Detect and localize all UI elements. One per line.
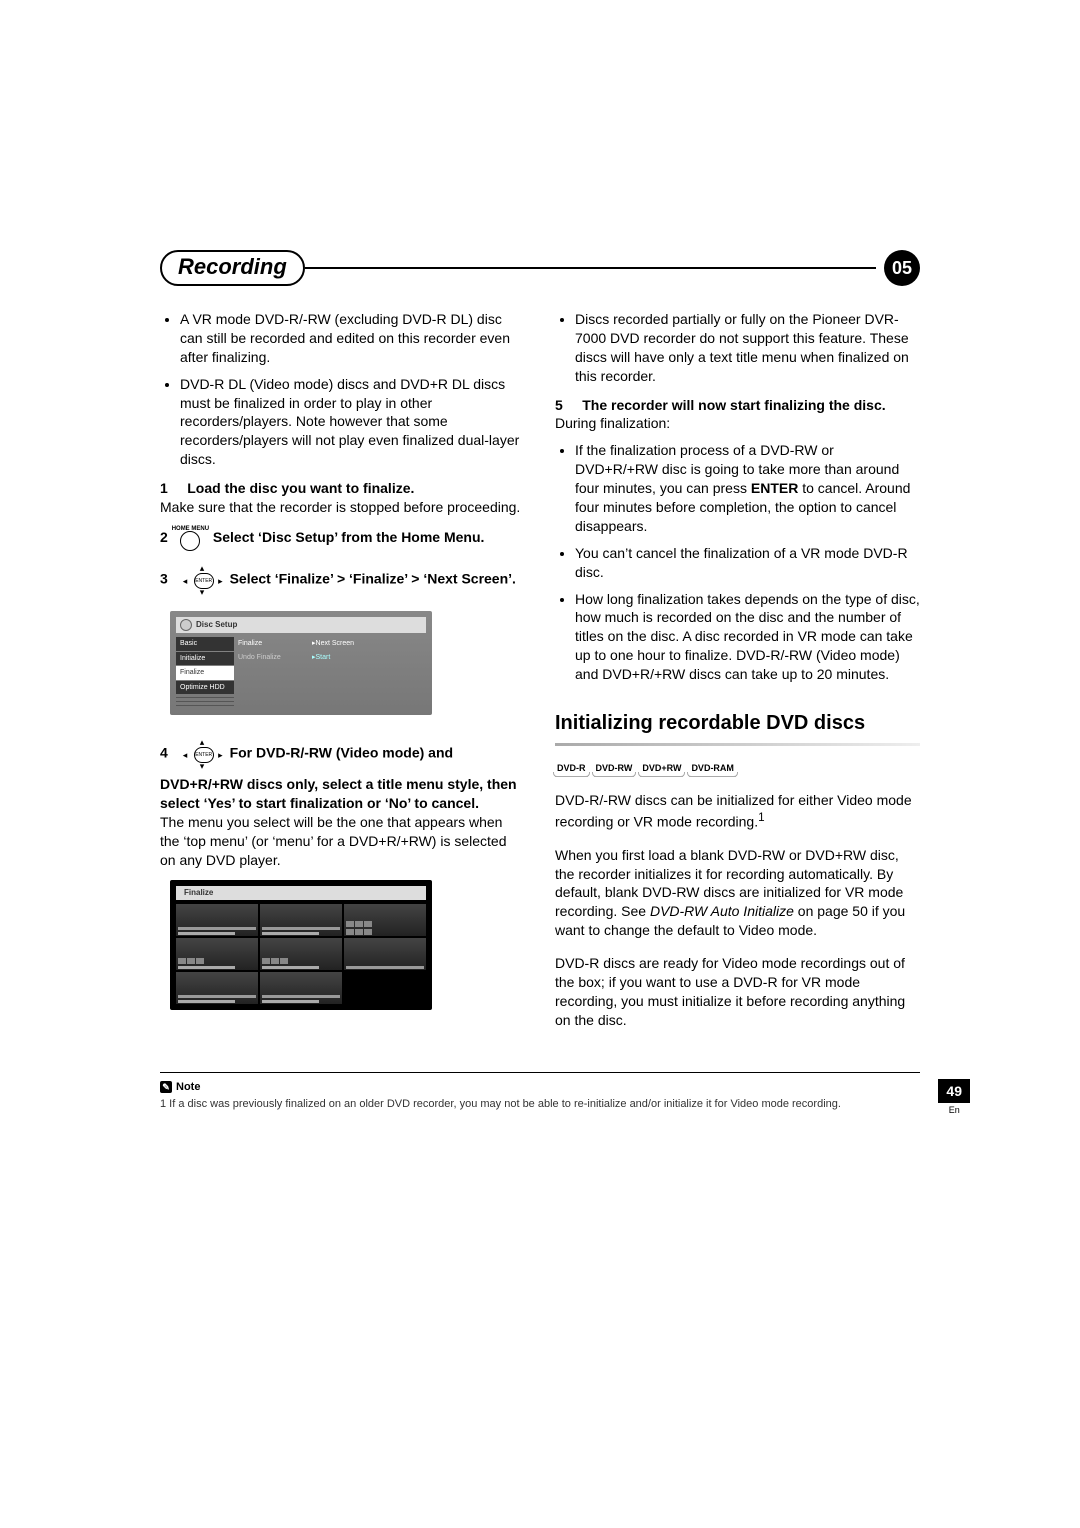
step-title: Select ‘Finalize’ > ‘Finalize’ > ‘Next S… — [230, 571, 516, 587]
bullet: If the finalization process of a DVD-RW … — [575, 441, 920, 535]
step-1: 1 Load the disc you want to finalize. Ma… — [160, 479, 525, 517]
ds-menu-item: Initialize — [176, 652, 234, 665]
bullet: Discs recorded partially or fully on the… — [575, 310, 920, 386]
header-rule — [305, 267, 876, 269]
ds-action: Start — [316, 654, 331, 661]
section-title-wrap: Recording — [160, 250, 305, 286]
format-badge: DVD-RW — [594, 760, 635, 777]
note-label: Note — [176, 1081, 200, 1093]
step-lead: During finalization: — [555, 414, 920, 433]
menu-style-thumb — [344, 938, 426, 970]
step-number: 5 — [555, 397, 563, 413]
page-footer: 49 En — [938, 1079, 970, 1115]
finalize-screenshot: Finalize — [170, 880, 432, 1011]
format-badge: DVD+RW — [640, 760, 683, 777]
step-number: 3 — [160, 571, 168, 587]
finalize-title: Finalize — [184, 888, 213, 899]
top-bullets: Discs recorded partially or fully on the… — [555, 310, 920, 386]
pencil-icon: ✎ — [160, 1081, 172, 1093]
step-3: 3 ▴ ▾ ◂ ▸ ENTER Select ‘Finalize’ > ‘Fin… — [160, 559, 525, 601]
step-body: The menu you select will be the one that… — [160, 813, 525, 870]
menu-style-thumb — [260, 972, 342, 1004]
step-2: 2 HOME MENU Select ‘Disc Setup’ from the… — [160, 525, 525, 551]
paragraph: DVD-R discs are ready for Video mode rec… — [555, 954, 920, 1030]
format-badges: DVD-R DVD-RW DVD+RW DVD-RAM — [555, 760, 920, 777]
paragraph: DVD-R/-RW discs can be initialized for e… — [555, 791, 920, 831]
page-number: 49 — [938, 1079, 970, 1103]
step-title: Select ‘Disc Setup’ from the Home Menu. — [213, 529, 485, 545]
ds-menu-item-selected: Finalize — [176, 666, 234, 679]
disc-setup-screenshot: Disc Setup Basic Initialize Finalize Opt… — [170, 611, 432, 715]
step-body: Make sure that the recorder is stopped b… — [160, 498, 525, 517]
ds-sub-item: Undo Finalize — [238, 651, 308, 664]
menu-style-thumb — [176, 972, 258, 1004]
menu-style-thumb — [344, 904, 426, 936]
format-badge: DVD-RAM — [689, 760, 736, 777]
disc-icon — [180, 619, 192, 631]
menu-style-thumb — [260, 938, 342, 970]
step-4: 4 ▴ ▾ ◂ ▸ ENTER For DVD-R/-RW (Video mod… — [160, 733, 525, 869]
ds-menu-item: Basic — [176, 637, 234, 650]
right-column: Discs recorded partially or fully on the… — [555, 306, 920, 1044]
enter-pad-icon: ▴ ▾ ◂ ▸ ENTER — [182, 739, 222, 769]
page-lang: En — [938, 1105, 970, 1115]
home-menu-icon — [180, 531, 200, 551]
bullet: You can’t cancel the finalization of a V… — [575, 544, 920, 582]
ds-menu-item: Optimize HDD — [176, 681, 234, 694]
step-5: 5 The recorder will now start finalizing… — [555, 396, 920, 434]
menu-style-thumb-empty — [344, 972, 426, 1004]
bullet: How long finalization takes depends on t… — [575, 590, 920, 684]
bullet: DVD-R DL (Video mode) discs and DVD+R DL… — [180, 375, 525, 469]
step5-bullets: If the finalization process of a DVD-RW … — [555, 441, 920, 684]
bullet: A VR mode DVD-R/-RW (excluding DVD-R DL)… — [180, 310, 525, 367]
ds-sub-item: Finalize — [238, 637, 308, 650]
chapter-badge: 05 — [884, 250, 920, 286]
footnote-section: ✎ Note 1 If a disc was previously finali… — [160, 1072, 920, 1111]
section-title: Recording — [178, 254, 287, 279]
subsection-title: Initializing recordable DVD discs — [555, 710, 920, 737]
ds-action: Next Screen — [316, 640, 355, 647]
step-number: 4 — [160, 745, 168, 761]
paragraph: When you first load a blank DVD-RW or DV… — [555, 846, 920, 940]
step-number: 1 — [160, 480, 168, 496]
menu-style-thumb — [260, 904, 342, 936]
enter-pad-icon: ▴ ▾ ◂ ▸ ENTER — [182, 565, 222, 595]
menu-style-thumb — [176, 938, 258, 970]
page-header: Recording 05 — [160, 250, 920, 286]
step-title: The recorder will now start finalizing t… — [582, 397, 885, 413]
menu-style-thumb — [176, 904, 258, 936]
note-text: 1 If a disc was previously finalized on … — [160, 1097, 920, 1111]
subsection-underline — [555, 743, 920, 746]
intro-bullets: A VR mode DVD-R/-RW (excluding DVD-R DL)… — [160, 310, 525, 469]
disc-setup-title: Disc Setup — [196, 620, 237, 631]
step-number: 2 — [160, 529, 168, 545]
format-badge: DVD-R — [555, 760, 588, 777]
step-title: Load the disc you want to finalize. — [187, 480, 414, 496]
left-column: A VR mode DVD-R/-RW (excluding DVD-R DL)… — [160, 306, 525, 1044]
